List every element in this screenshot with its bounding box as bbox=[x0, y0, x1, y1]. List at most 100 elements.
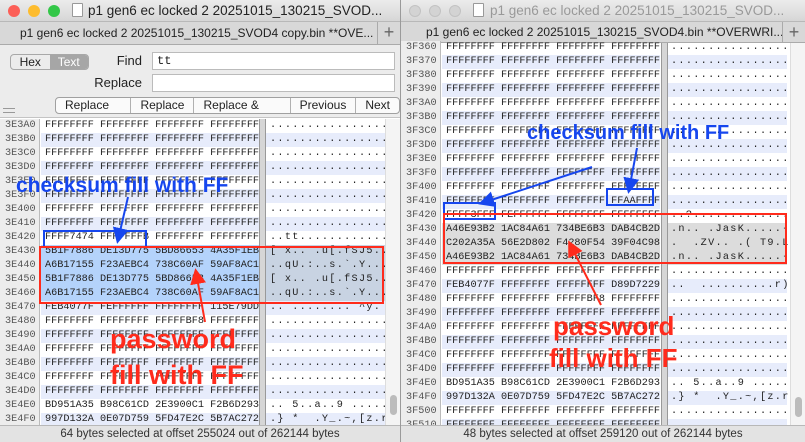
hex-group[interactable]: 4A35F1EB bbox=[210, 246, 259, 257]
row-hex-bytes[interactable]: BD951A35 B98C61CD 2E3900C1 F2B6D293 bbox=[41, 399, 259, 413]
hex-group[interactable]: 59AF8AC1 bbox=[210, 260, 259, 271]
hex-group[interactable]: A6B17155 bbox=[45, 288, 94, 299]
row-ascii[interactable]: ................ bbox=[667, 153, 788, 167]
hex-group[interactable]: FFFF7474 bbox=[45, 232, 94, 243]
find-input[interactable]: tt bbox=[152, 52, 395, 70]
row-ascii[interactable]: ................ bbox=[266, 147, 387, 161]
hex-row[interactable]: 3F3B0 FFFFFFFF FFFFFFFF FFFFFFFF FFFFFFFF… bbox=[401, 111, 790, 125]
hex-group[interactable]: FFFFFFFF bbox=[556, 210, 605, 221]
row-ascii[interactable]: ................ bbox=[667, 139, 788, 153]
row-ascii[interactable]: ................ bbox=[266, 315, 387, 329]
hex-row[interactable]: 3F410 FFFFFFFF FFFFFFFF FFFFFFFF FFAAFFFF… bbox=[401, 195, 790, 209]
hex-group[interactable]: FFFFFFFF bbox=[611, 70, 660, 81]
replace-all-button[interactable]: Replace All bbox=[56, 98, 132, 113]
hex-row[interactable]: 3F360 FFFFFFFF FFFFFFFF FFFFFFFF FFFFFFFF… bbox=[401, 41, 790, 55]
row-hex-bytes[interactable]: FFFFFFFF FFFFFFFF FFFFFFFF FFFFFFFF bbox=[442, 125, 660, 139]
hex-group[interactable]: FEFFFFFF bbox=[100, 302, 149, 313]
column-divider[interactable] bbox=[661, 43, 668, 425]
hex-group[interactable]: FFFFFFFF bbox=[501, 56, 550, 67]
row-ascii[interactable]: ................ bbox=[667, 55, 788, 69]
scrollbar[interactable] bbox=[790, 43, 805, 425]
hex-group[interactable]: FFFFFFFF bbox=[446, 56, 495, 67]
hex-group[interactable]: FFFFFFFF bbox=[501, 84, 550, 95]
zoom-button[interactable] bbox=[449, 5, 461, 17]
row-hex-bytes[interactable]: FFFFFFFF FFFFFFFF FFFFFFFF FFFFFFFF bbox=[442, 265, 660, 279]
row-ascii[interactable]: ................ bbox=[667, 363, 788, 377]
minimize-button[interactable] bbox=[429, 5, 441, 17]
hex-group[interactable]: FFFFFFFF bbox=[210, 372, 259, 383]
hex-group[interactable]: FFFFFFFF bbox=[501, 154, 550, 165]
row-hex-bytes[interactable]: FEB4077F FFFFFFFF FFFFFFFF D89D7229 bbox=[442, 279, 660, 293]
hex-group[interactable]: FFFFFFFF bbox=[446, 294, 495, 305]
row-hex-bytes[interactable]: FFFFFFFF FFFFFFFF FFFFFFFF FFFFFFFF bbox=[41, 175, 259, 189]
hex-group[interactable]: FFFFFBF8 bbox=[155, 316, 204, 327]
hex-group[interactable]: F2B6D293 bbox=[611, 378, 660, 389]
tab-file[interactable]: p1 gen6 ec locked 2 20251015_130215_SVOD… bbox=[401, 22, 783, 42]
row-hex-bytes[interactable]: FFFFFFFF FFFFFFFF FFFFFFFF FFFFFFFF bbox=[442, 153, 660, 167]
hex-group[interactable]: 734BE6B3 bbox=[556, 224, 605, 235]
hex-row[interactable]: 3E450 5B1F7886 DE13D775 5BD86653 4A35F1EB… bbox=[0, 273, 387, 287]
row-hex-bytes[interactable]: FFFFFFFF FFFFFFFF FFFFFFFF FFFFFFFF bbox=[41, 217, 259, 231]
mode-hex[interactable]: Hex bbox=[11, 55, 50, 69]
row-ascii[interactable]: ................ bbox=[266, 343, 387, 357]
hex-group[interactable]: F4280F54 bbox=[556, 238, 605, 249]
row-ascii[interactable]: ................ bbox=[266, 133, 387, 147]
row-ascii[interactable]: ................ bbox=[667, 321, 788, 335]
hex-group[interactable]: FFFFFFFF bbox=[501, 70, 550, 81]
hex-row[interactable]: 3E4D0 FFFFFFFF FFFFFFFF FFFFFFFF FFFFFFFF… bbox=[0, 385, 387, 399]
hex-group[interactable]: FFFFFFFF bbox=[556, 280, 605, 291]
hex-group[interactable]: FFFFFFFF bbox=[100, 190, 149, 201]
hex-group[interactable]: FFFFFFFF bbox=[100, 330, 149, 341]
hex-group[interactable]: FFFFFFFF bbox=[45, 330, 94, 341]
row-hex-bytes[interactable]: FFFFFFFF FFFFFFFF FFFFFFFF FFFFFFFF bbox=[41, 371, 259, 385]
hex-group[interactable]: FFFFFFFF bbox=[155, 344, 204, 355]
row-hex-bytes[interactable]: FFFFFFFF FFFFFFFF FFFFFFFF FFFFFFFF bbox=[41, 357, 259, 371]
row-ascii[interactable]: ................ bbox=[667, 349, 788, 363]
hex-group[interactable]: FFFFFFFF bbox=[556, 56, 605, 67]
row-hex-bytes[interactable]: FFFFFFFF FFFFFFFF FFFFFFFF FFFFFFFF bbox=[41, 385, 259, 399]
hex-row[interactable]: 3F4E0 BD951A35 B98C61CD 2E3900C1 F2B6D293… bbox=[401, 377, 790, 391]
tab-file[interactable]: p1 gen6 ec locked 2 20251015_130215_SVOD… bbox=[0, 22, 378, 44]
hex-group[interactable]: 59AF8AC1 bbox=[210, 288, 259, 299]
hex-group[interactable]: FFFFFFFF bbox=[210, 316, 259, 327]
hex-group[interactable]: 734BE6B3 bbox=[556, 252, 605, 263]
hex-group[interactable]: FFFFFFFF bbox=[155, 358, 204, 369]
hex-group[interactable]: FFFFFFFF bbox=[446, 308, 495, 319]
hex-row[interactable]: 3E420 FFFF7474 FFFFFFFB FFFFFFFF FFFFFFFF… bbox=[0, 231, 387, 245]
hex-row[interactable]: 3F450 A46E93B2 1AC84A61 734BE6B3 DAB4CB2D… bbox=[401, 251, 790, 265]
hex-group[interactable]: 56E2D802 bbox=[501, 238, 550, 249]
hex-group[interactable]: FFFFFFFF bbox=[155, 162, 204, 173]
hex-group[interactable]: FFFFFFFF bbox=[100, 386, 149, 397]
hex-group[interactable]: 997D132A bbox=[446, 392, 495, 403]
replace-input[interactable] bbox=[152, 74, 395, 92]
hex-group[interactable]: FFFFFFFF bbox=[45, 316, 94, 327]
row-ascii[interactable]: ................ bbox=[266, 175, 387, 189]
hex-group[interactable]: FFFFFFFF bbox=[446, 126, 495, 137]
hex-row[interactable]: 3F470 FEB4077F FFFFFFFF FFFFFFFF D89D7229… bbox=[401, 279, 790, 293]
hex-group[interactable]: 2E3900C1 bbox=[155, 400, 204, 411]
hex-view[interactable]: 3F510FFFFFFFF FFFFFFFF FFFFFFFF FFFFFFFF… bbox=[401, 41, 805, 433]
new-tab-button[interactable]: + bbox=[378, 22, 400, 45]
hex-group[interactable]: FFFF3FFF bbox=[446, 210, 495, 221]
resize-grip-icon[interactable] bbox=[3, 108, 15, 113]
hex-row[interactable]: 3E3D0 FFFFFFFF FFFFFFFF FFFFFFFF FFFFFFFF… bbox=[0, 161, 387, 175]
hex-row[interactable]: 3F4D0 FFFFFFFF FFFFFFFF FFFFFFFF FFFFFFFF… bbox=[401, 363, 790, 377]
hex-group[interactable]: 0E07D759 bbox=[501, 392, 550, 403]
hex-group[interactable]: 1AC84A61 bbox=[501, 252, 550, 263]
row-ascii[interactable]: ................ bbox=[266, 203, 387, 217]
hex-row[interactable]: 3F480 FFFFFFFF FFFFFFFF FFFFFBF8 FFFFFFFF… bbox=[401, 293, 790, 307]
hex-group[interactable]: FFFFFFFF bbox=[100, 218, 149, 229]
hex-group[interactable]: FFFFFFFF bbox=[155, 134, 204, 145]
row-hex-bytes[interactable]: FFFFFFFF FFFFFFFF FFFFFFFF FFFFFFFF bbox=[442, 405, 660, 419]
row-hex-bytes[interactable]: FFFFFFFF FFFFFFFF FFFFFFFF FFFFFFFF bbox=[41, 119, 259, 133]
row-ascii[interactable]: ................ bbox=[266, 189, 387, 203]
hex-group[interactable]: FFFFFFFF bbox=[501, 98, 550, 109]
hex-group[interactable]: FFFFFFFF bbox=[611, 168, 660, 179]
row-ascii[interactable]: ................ bbox=[667, 97, 788, 111]
hex-group[interactable]: FFFFFFFF bbox=[556, 266, 605, 277]
row-hex-bytes[interactable]: FFFFFFFF FFFFFFFF FFFFFFFF FFFFFFFF bbox=[41, 161, 259, 175]
row-hex-bytes[interactable]: FFFFFFFF FFFFFFFF FFFFFFFF FFAAFFFF bbox=[442, 195, 660, 209]
hex-group[interactable]: F23AEBC4 bbox=[100, 260, 149, 271]
hex-group[interactable]: FFFFFFFF bbox=[501, 308, 550, 319]
hex-group[interactable]: FEB4077F bbox=[446, 280, 495, 291]
